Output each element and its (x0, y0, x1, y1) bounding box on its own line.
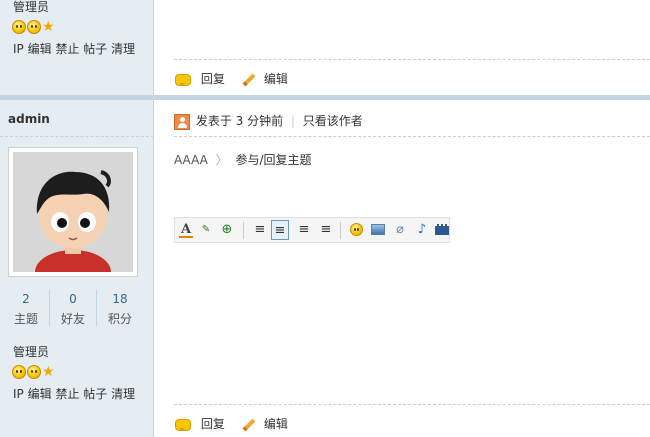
avatar[interactable] (8, 147, 138, 294)
edit-user-link[interactable]: 编辑 (28, 42, 52, 56)
star-medal-icon: ★ (42, 363, 55, 380)
clean-user-link[interactable]: 清理 (111, 42, 135, 56)
meta-pipe: | (290, 114, 295, 128)
stat-friends-label: 好友 (60, 312, 85, 326)
edit-label: 编辑 (263, 417, 288, 431)
only-author-link[interactable]: 只看该作者 (303, 114, 363, 128)
add-link-icon[interactable]: ⊕ (218, 222, 236, 238)
image-icon[interactable] (369, 222, 387, 238)
breadcrumb-current[interactable]: 参与/回复主题 (236, 153, 312, 167)
post1-edit-button[interactable]: 编辑 (242, 70, 288, 87)
post1-admin-actions: IP 编辑 禁止 帖子 清理 (13, 40, 135, 57)
post2-role: 管理员 (13, 345, 50, 359)
toolbar-separator (243, 222, 244, 239)
avatar-image (13, 152, 133, 294)
spellcheck-icon[interactable]: ✎ (197, 222, 215, 238)
post1-medals: ★ (12, 19, 55, 34)
stat-credits-label: 积分 (107, 312, 132, 326)
breadcrumb: AAAA 〉 参与/回复主题 (174, 151, 312, 168)
smiley-icon[interactable] (347, 222, 365, 238)
align-justify-icon[interactable]: ≡ (251, 222, 269, 238)
smile-medal-icon (27, 19, 41, 34)
reply-label: 回复 (200, 72, 225, 86)
clean-user-link[interactable]: 清理 (111, 387, 135, 401)
stat-credits-value: 18 (112, 292, 128, 306)
reply-icon (175, 418, 191, 431)
stat-friends-value: 0 (69, 292, 77, 306)
stat-threads[interactable]: 2 主题 (3, 292, 49, 327)
ip-link[interactable]: IP (13, 42, 24, 56)
stat-threads-value: 2 (22, 292, 30, 306)
font-color-icon[interactable]: A (177, 222, 195, 238)
post2-admin-actions: IP 编辑 禁止 帖子 清理 (13, 385, 135, 402)
music-icon[interactable]: ♪ (413, 222, 431, 238)
pencil-icon (242, 418, 256, 431)
video-icon[interactable] (433, 222, 451, 238)
smile-medal-icon (12, 19, 26, 34)
post1-reply-button[interactable]: 回复 (175, 70, 225, 87)
pencil-icon (242, 73, 256, 86)
post2-medals: ★ (12, 364, 55, 379)
ip-link[interactable]: IP (13, 387, 24, 401)
post2-username[interactable]: admin (8, 112, 50, 126)
align-left-icon[interactable]: ≡ (271, 220, 289, 240)
user-posts-link[interactable]: 帖子 (83, 387, 107, 401)
edit-label: 编辑 (263, 72, 288, 86)
smile-medal-icon (12, 364, 26, 379)
stat-credits[interactable]: 18 积分 (97, 292, 143, 327)
reply-icon (175, 73, 191, 86)
post-time: 发表于 3 分钟前 (195, 114, 284, 128)
user-posts-link[interactable]: 帖子 (83, 42, 107, 56)
edit-user-link[interactable]: 编辑 (28, 387, 52, 401)
ban-user-link[interactable]: 禁止 (55, 42, 79, 56)
align-right-icon[interactable]: ≡ (317, 222, 335, 238)
breadcrumb-root[interactable]: AAAA (174, 153, 208, 167)
breadcrumb-separator: 〉 (215, 153, 228, 167)
attachment-icon[interactable]: ⌀ (391, 222, 409, 238)
post2-divider (174, 404, 650, 405)
stat-threads-label: 主题 (13, 312, 38, 326)
post2-header-divider (174, 136, 650, 137)
smile-medal-icon (27, 364, 41, 379)
post1-main (155, 0, 650, 95)
ban-user-link[interactable]: 禁止 (55, 387, 79, 401)
align-center-icon[interactable]: ≡ (295, 222, 313, 238)
online-status-icon (174, 113, 190, 130)
post1-divider (174, 59, 650, 60)
editor-toolbar: A ✎ ⊕ ≡ ≡ ≡ ≡ ⌀ ♪ (174, 217, 450, 243)
post2-edit-button[interactable]: 编辑 (242, 415, 288, 432)
stat-friends[interactable]: 0 好友 (50, 292, 96, 327)
post2-reply-button[interactable]: 回复 (175, 415, 225, 432)
post2-meta: 发表于 3 分钟前 | 只看该作者 (174, 112, 363, 130)
post2-author-divider (0, 136, 154, 137)
post1-role: 管理员 (13, 0, 50, 14)
reply-label: 回复 (200, 417, 225, 431)
star-medal-icon: ★ (42, 18, 55, 35)
toolbar-separator (340, 222, 341, 239)
